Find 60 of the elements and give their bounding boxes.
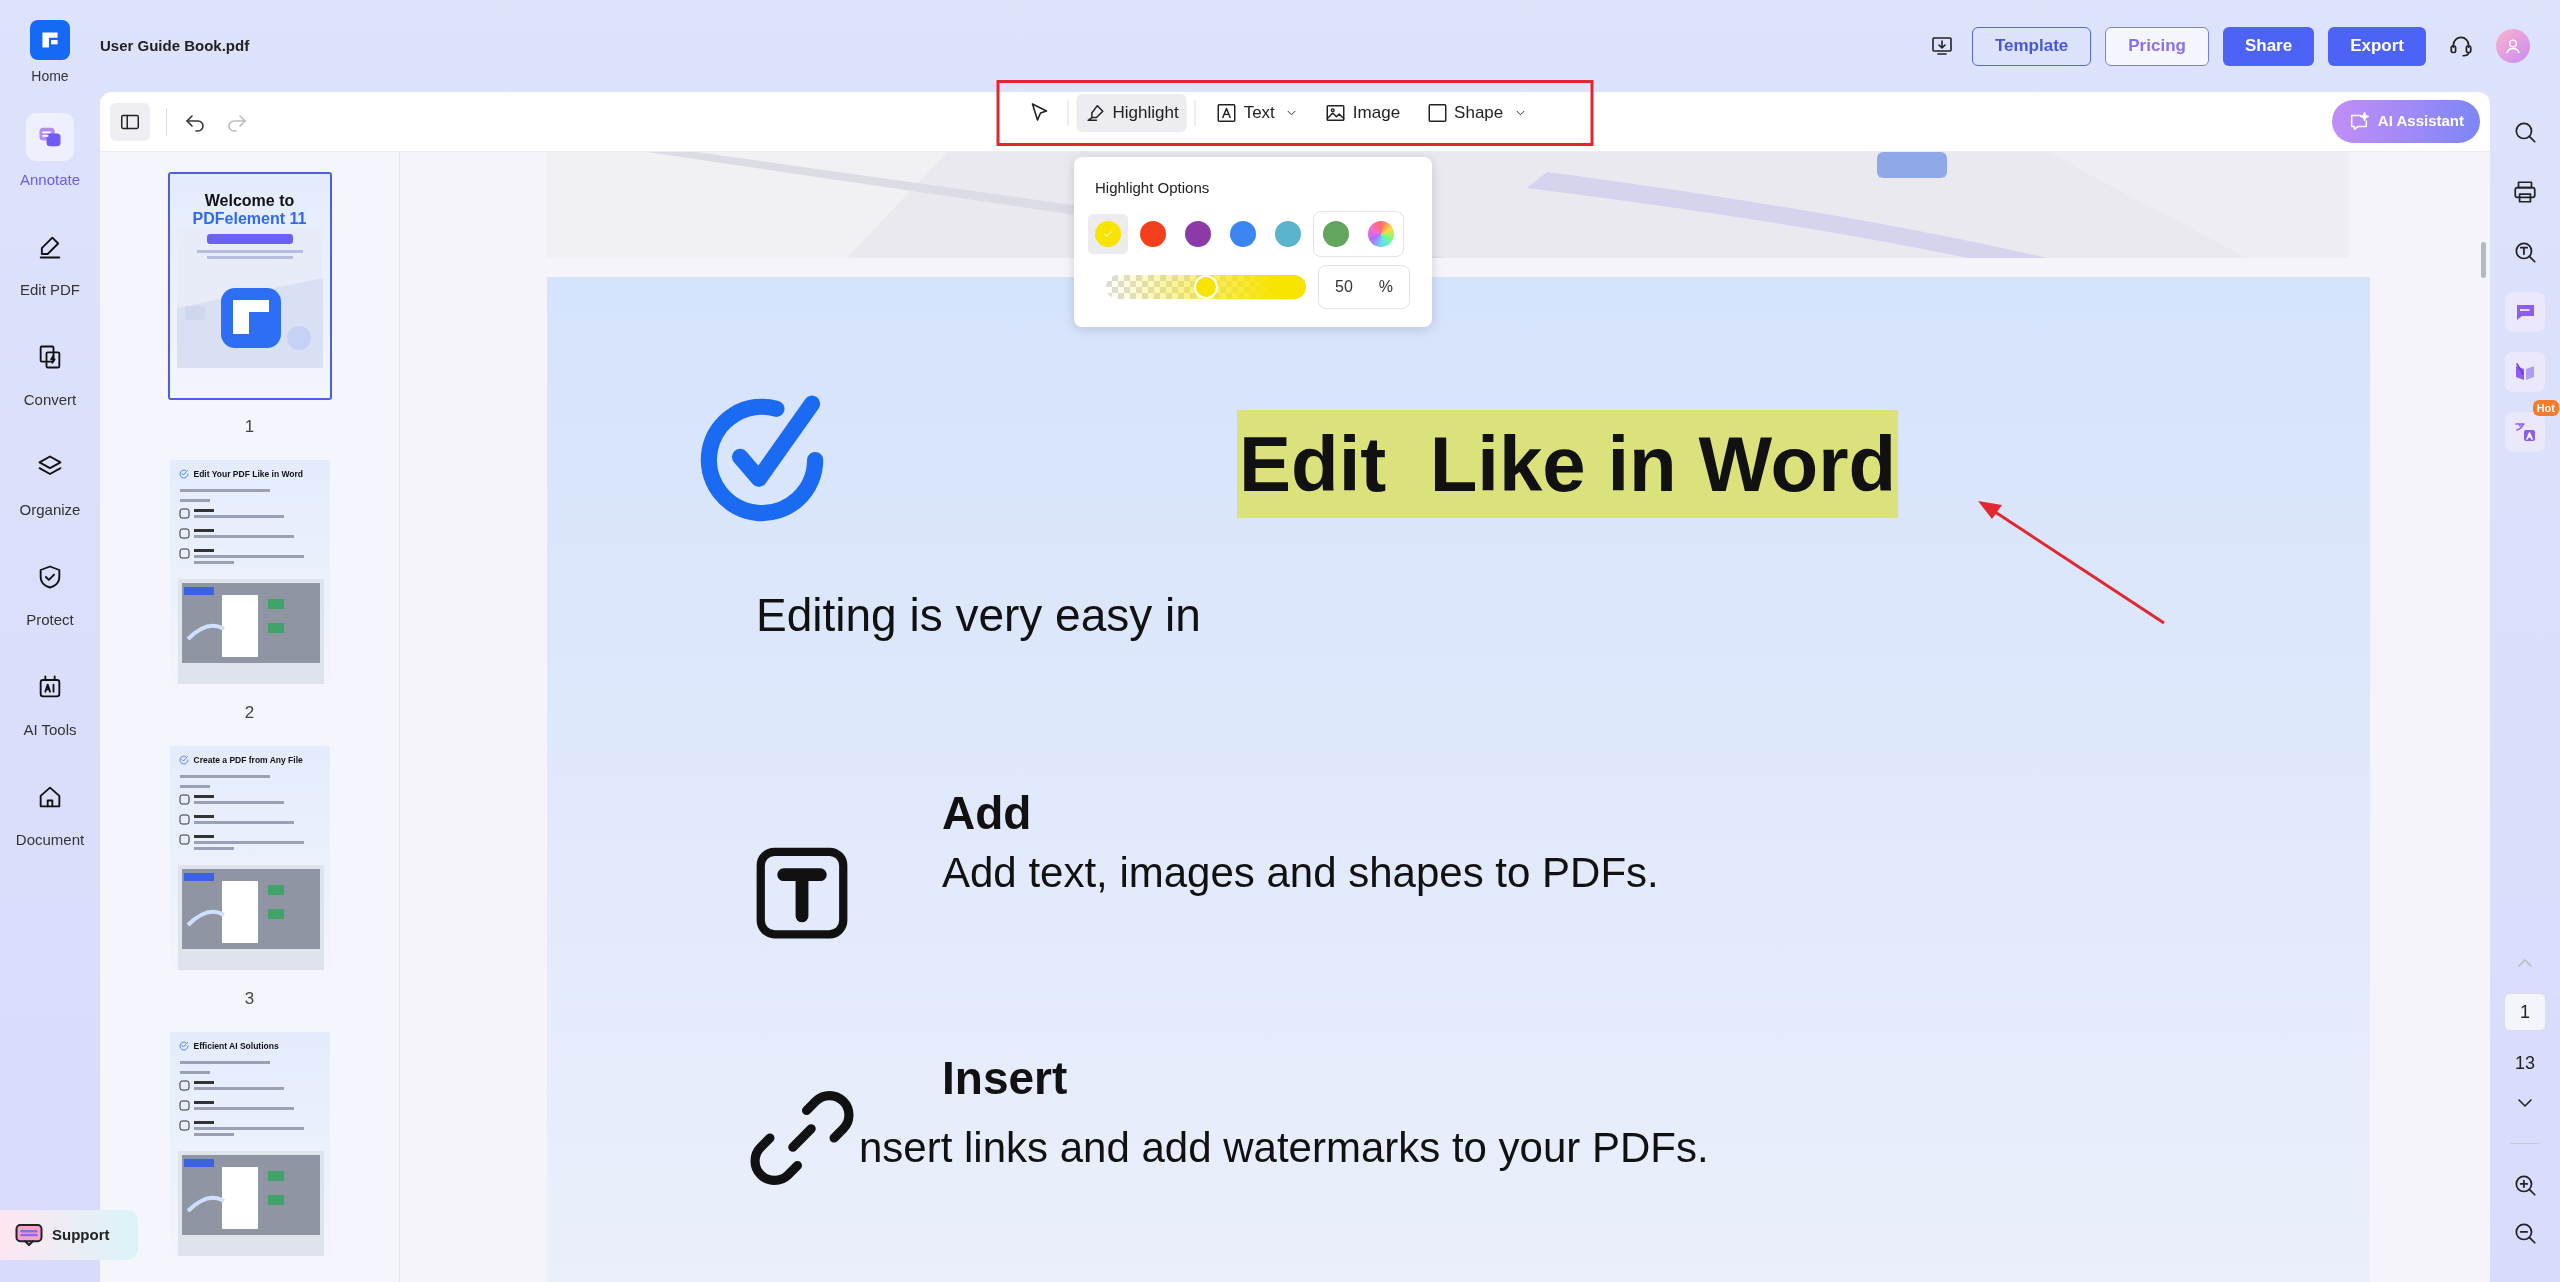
- nav-item[interactable]: Convert: [5, 333, 95, 443]
- nav-item[interactable]: Edit PDF: [5, 223, 95, 333]
- nav-item[interactable]: Organize: [5, 443, 95, 553]
- nav-item[interactable]: Protect: [5, 553, 95, 663]
- square-icon: [1426, 102, 1449, 124]
- opacity-slider[interactable]: [1106, 275, 1306, 299]
- section-text: Add text, images and shapes to PDFs.: [942, 848, 1659, 898]
- tool-button[interactable]: Image: [1316, 94, 1409, 132]
- sidebar-toggle[interactable]: [110, 102, 150, 141]
- text-box-icon: [1215, 102, 1238, 124]
- thumbnail-title: Welcome to: [204, 192, 295, 210]
- section-title: Add: [942, 786, 1033, 841]
- thumbnail-title: Edit Your PDF Like in Word: [193, 468, 304, 481]
- tool-button[interactable]: Highlight: [1076, 94, 1187, 132]
- side-tool-button[interactable]: [2505, 352, 2545, 392]
- side-tool-button[interactable]: [2505, 412, 2545, 452]
- page-thumbnail[interactable]: Create a PDF from Any File: [167, 744, 332, 972]
- tool-button[interactable]: Shape: [1418, 94, 1536, 132]
- nav-item[interactable]: AI Tools: [5, 663, 95, 773]
- thumbnail-title: Create a PDF from Any File: [193, 754, 303, 767]
- download-icon[interactable]: [1929, 34, 1954, 58]
- side-tool-button[interactable]: [2505, 292, 2545, 332]
- popup-title: Highlight Options: [1094, 179, 1211, 197]
- nav-item[interactable]: Document: [5, 773, 95, 883]
- avatar[interactable]: [2496, 29, 2530, 63]
- scrollbar-thumb[interactable]: [2481, 242, 2486, 278]
- tool-button[interactable]: Text: [1207, 94, 1307, 132]
- header-button[interactable]: Export: [2328, 26, 2426, 66]
- thumbnail-title: Efficient AI Solutions: [193, 1040, 279, 1053]
- translate-icon: [2513, 420, 2537, 444]
- file-name: User Guide Book.pdf: [100, 35, 250, 56]
- hot-badge: Hot: [2532, 400, 2559, 416]
- section-text: nsert links and add watermarks to your PDFs.: [859, 1123, 1709, 1173]
- highlighted-heading: Edit Like in Word: [1237, 410, 1899, 518]
- page-thumbnail[interactable]: Efficient AI Solutions: [167, 1030, 332, 1258]
- page-number: 3: [244, 988, 255, 1010]
- image-icon: [1324, 102, 1347, 124]
- page-thumbnail[interactable]: Edit Your PDF Like in Word: [167, 458, 332, 686]
- home-label[interactable]: Home: [31, 66, 69, 87]
- section-title: Insert: [942, 1051, 1069, 1106]
- page-number: 1: [244, 416, 255, 438]
- thumbnail-subtitle: PDFelement 11: [192, 210, 307, 228]
- header-button[interactable]: Template: [1971, 26, 2092, 66]
- check-circle-icon: [177, 754, 190, 767]
- intro-text: Editing is very easy in: [756, 588, 1202, 643]
- page-count: 13: [2515, 1052, 2535, 1075]
- check-circle-icon: [177, 468, 190, 481]
- support-button[interactable]: Support: [0, 1210, 138, 1260]
- printer-icon[interactable]: [2512, 179, 2538, 205]
- color-wheel-icon[interactable]: [1368, 221, 1394, 247]
- check-circle-icon: [177, 1040, 190, 1053]
- opacity-field[interactable]: 50 %: [1318, 265, 1410, 309]
- color-swatch[interactable]: [1088, 214, 1128, 254]
- slider-thumb[interactable]: [1194, 275, 1218, 299]
- app-logo[interactable]: [30, 20, 70, 60]
- header-button[interactable]: Share: [2222, 26, 2315, 66]
- nav-item[interactable]: Annotate: [5, 113, 95, 223]
- page-number: 2: [244, 702, 255, 724]
- page-input[interactable]: 1: [2504, 993, 2546, 1031]
- page-thumbnail[interactable]: Welcome to PDFelement 11: [167, 172, 332, 400]
